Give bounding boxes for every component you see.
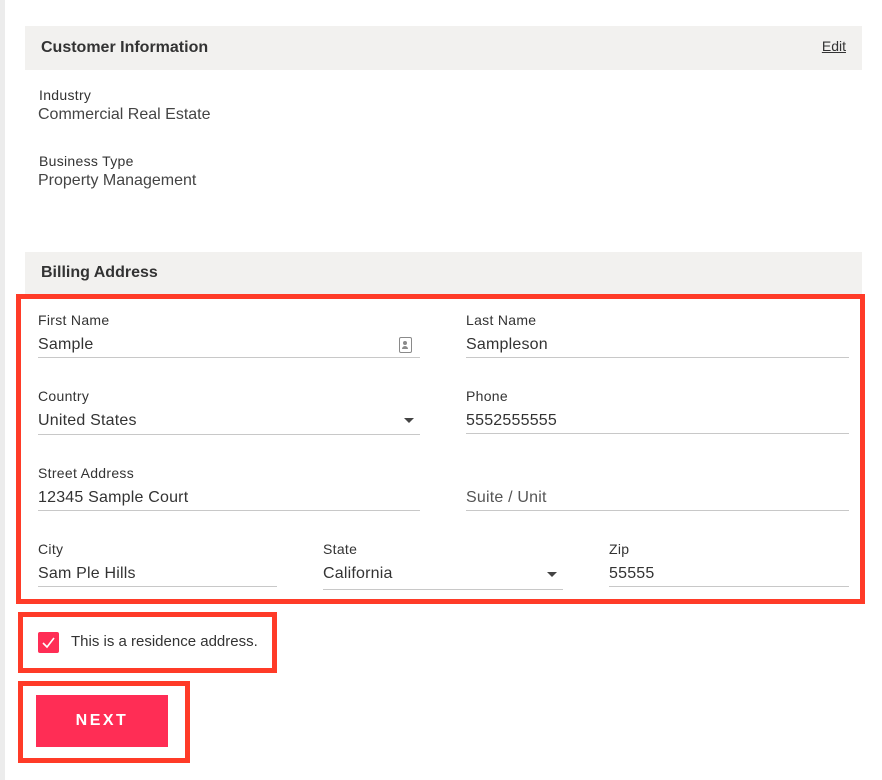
industry-label: Industry — [39, 87, 92, 103]
residence-checkbox-label[interactable]: This is a residence address. — [71, 633, 258, 650]
business-type-label: Business Type — [39, 153, 134, 169]
customer-info-title: Customer Information — [41, 39, 209, 56]
state-value[interactable]: California — [323, 565, 563, 587]
industry-value: Commercial Real Estate — [38, 106, 211, 123]
city-label: City — [38, 541, 64, 557]
country-value[interactable]: United States — [38, 412, 420, 434]
last-name-label: Last Name — [466, 312, 537, 328]
last-name-input[interactable]: Sampleson — [466, 336, 849, 358]
street-address-input[interactable]: 12345 Sample Court — [38, 489, 420, 511]
zip-input[interactable]: 55555 — [609, 565, 849, 587]
street-address-label: Street Address — [38, 465, 135, 481]
street-address-field[interactable]: Street Address 12345 Sample Court — [38, 465, 420, 511]
state-label: State — [323, 541, 358, 557]
caret-down-icon[interactable] — [404, 418, 414, 423]
country-underline — [38, 434, 420, 435]
state-underline — [323, 589, 563, 590]
phone-label: Phone — [466, 388, 508, 404]
country-label: Country — [38, 388, 90, 404]
last-name-underline — [466, 357, 849, 358]
first-name-field[interactable]: First Name Sample — [38, 312, 420, 358]
suite-label-spacer — [466, 465, 849, 483]
caret-down-icon[interactable] — [547, 572, 557, 577]
billing-address-title: Billing Address — [41, 264, 158, 281]
next-button[interactable]: NEXT — [36, 695, 168, 747]
suite-input[interactable]: Suite / Unit — [466, 489, 849, 511]
street-address-underline — [38, 510, 420, 511]
zip-label: Zip — [609, 541, 630, 557]
zip-field[interactable]: Zip 55555 — [609, 541, 849, 587]
state-select[interactable]: State California — [323, 541, 563, 590]
customer-info-header: Customer Information Edit — [25, 26, 862, 70]
phone-input[interactable]: 5552555555 — [466, 412, 849, 434]
check-icon — [42, 637, 55, 649]
city-underline — [38, 586, 277, 587]
city-field[interactable]: City Sam Ple Hills — [38, 541, 277, 587]
billing-address-header: Billing Address — [25, 252, 862, 294]
business-type-value: Property Management — [38, 172, 197, 189]
country-select[interactable]: Country United States — [38, 388, 420, 435]
edit-link[interactable]: Edit — [822, 38, 846, 54]
first-name-label: First Name — [38, 312, 110, 328]
first-name-underline — [38, 357, 420, 358]
suite-field[interactable]: Suite / Unit — [466, 465, 849, 511]
suite-underline — [466, 510, 849, 511]
contact-card-icon[interactable] — [399, 337, 412, 353]
residence-checkbox[interactable] — [38, 632, 59, 653]
left-rail — [0, 0, 5, 780]
zip-underline — [609, 586, 849, 587]
phone-field[interactable]: Phone 5552555555 — [466, 388, 849, 434]
city-input[interactable]: Sam Ple Hills — [38, 565, 277, 587]
phone-underline — [466, 433, 849, 434]
last-name-field[interactable]: Last Name Sampleson — [466, 312, 849, 358]
first-name-input[interactable]: Sample — [38, 336, 420, 358]
